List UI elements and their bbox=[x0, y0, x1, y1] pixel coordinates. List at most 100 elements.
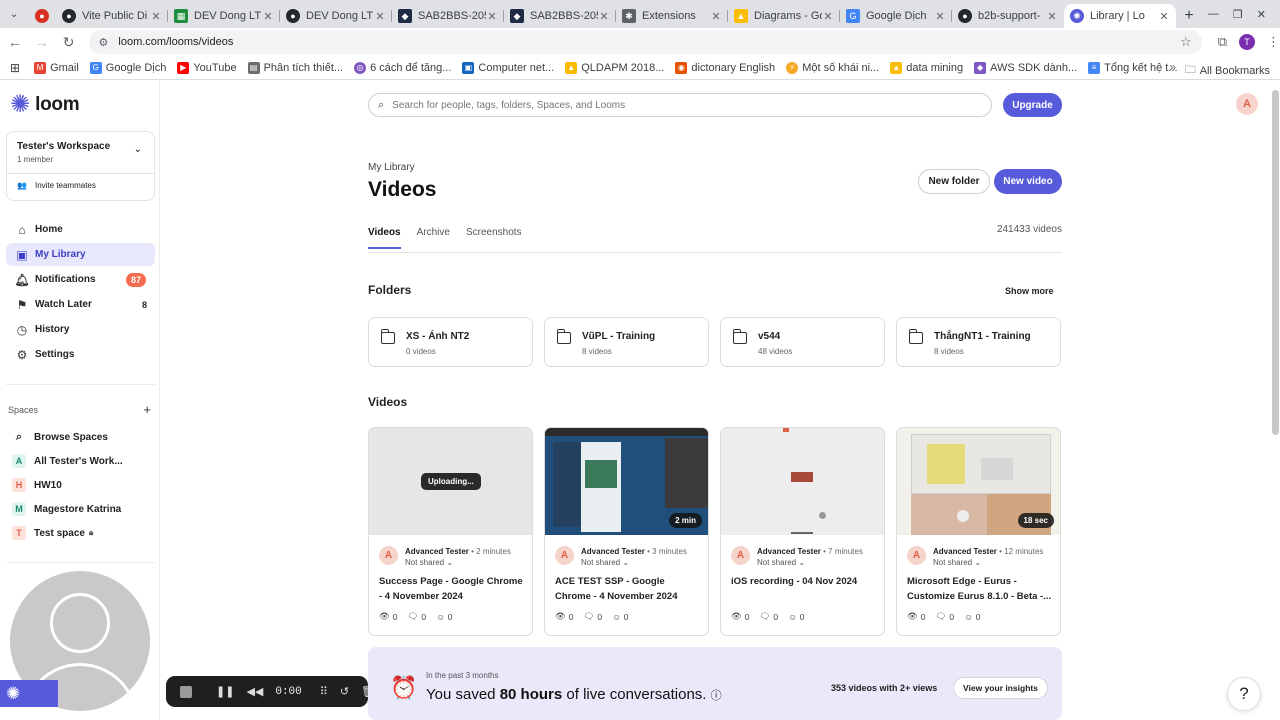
close-icon[interactable]: ✕ bbox=[262, 10, 274, 23]
bookmark-item[interactable]: ▤ Phân tích thiết... bbox=[247, 61, 343, 74]
back-icon[interactable]: ← bbox=[3, 30, 27, 54]
sidebar-item-home[interactable]: ⌂ Home bbox=[6, 218, 155, 241]
close-icon[interactable]: ✕ bbox=[1046, 10, 1058, 23]
show-more-button[interactable]: Show more bbox=[1005, 286, 1054, 296]
browser-tab[interactable]: ◆ SAB2BBS-205 ✕ bbox=[504, 4, 616, 28]
bookmark-item[interactable]: ≡ Tổng kết hệ t... bbox=[1088, 61, 1178, 74]
tab-search-icon[interactable]: ⌄ bbox=[0, 0, 28, 28]
browser-tab[interactable]: ▦ DEV Dong LT ✕ bbox=[168, 4, 280, 28]
loom-record-icon[interactable]: ✺ bbox=[0, 680, 58, 707]
tab-screenshots[interactable]: Screenshots bbox=[466, 227, 522, 249]
new-folder-button[interactable]: New folder bbox=[918, 169, 990, 194]
browser-tab[interactable]: ✱ Extensions ✕ bbox=[616, 4, 728, 28]
sharing-status[interactable]: Not shared ⌄ bbox=[933, 558, 981, 567]
folder-card[interactable]: ThắngNT1 - Training 8 videos bbox=[896, 317, 1061, 367]
bookmarks-overflow-icon[interactable]: » bbox=[1169, 60, 1176, 74]
video-thumbnail[interactable]: 2 min bbox=[545, 428, 708, 535]
apps-icon[interactable]: ⊞ bbox=[10, 61, 20, 75]
folder-card[interactable]: XS - Ánh NT2 0 videos bbox=[368, 317, 533, 367]
reload-icon[interactable]: ↻ bbox=[57, 30, 81, 54]
bookmark-item[interactable]: G Google Dịch bbox=[89, 61, 166, 74]
video-title[interactable]: Microsoft Edge - Eurus - Customize Eurus… bbox=[907, 574, 1055, 604]
bookmark-item[interactable]: ◎ 6 cách để tăng... bbox=[354, 61, 451, 74]
sharing-status[interactable]: Not shared ⌄ bbox=[581, 558, 629, 567]
extensions-icon[interactable]: ⧉ bbox=[1218, 34, 1227, 50]
video-thumbnail[interactable] bbox=[721, 428, 884, 535]
browser-tab[interactable]: ▲ Diagrams - Go ✕ bbox=[728, 4, 840, 28]
video-card[interactable]: 18 sec A Advanced Tester • 12 minutes No… bbox=[896, 427, 1061, 636]
view-insights-button[interactable]: View your insights bbox=[953, 677, 1048, 699]
drag-handle-icon[interactable]: ⠿ bbox=[320, 685, 328, 698]
address-bar[interactable]: ⚙ loom.com/looms/videos ☆ bbox=[88, 30, 1202, 54]
maximize-icon[interactable]: ❐ bbox=[1233, 8, 1243, 21]
bookmark-item[interactable]: ◆ AWS SDK dành... bbox=[974, 61, 1077, 74]
folder-card[interactable]: VũPL - Training 8 videos bbox=[544, 317, 709, 367]
new-tab-button[interactable]: + bbox=[1176, 4, 1202, 28]
browser-tab[interactable]: G Google Dịch ✕ bbox=[840, 4, 952, 28]
video-title[interactable]: ACE TEST SSP - Google Chrome - 4 Novembe… bbox=[555, 574, 703, 604]
search-input[interactable]: ⌕ Search for people, tags, folders, Spac… bbox=[368, 93, 992, 117]
chevron-down-icon[interactable]: ⌄ bbox=[134, 144, 142, 155]
close-icon[interactable]: ✕ bbox=[710, 10, 722, 23]
sidebar-item-notifications[interactable]: 🔔︎ Notifications 87 bbox=[6, 268, 155, 291]
bookmark-item[interactable]: ▶ YouTube bbox=[177, 61, 237, 74]
video-title[interactable]: iOS recording - 04 Nov 2024 bbox=[731, 574, 879, 589]
close-icon[interactable]: ✕ bbox=[822, 10, 834, 23]
video-thumbnail[interactable]: 18 sec bbox=[897, 428, 1060, 535]
sidebar-item-my-library[interactable]: ▣ My Library bbox=[6, 243, 155, 266]
all-bookmarks-button[interactable]: 🗀 All Bookmarks bbox=[1185, 61, 1270, 80]
upgrade-button[interactable]: Upgrade bbox=[1003, 93, 1062, 117]
bookmark-star-icon[interactable]: ☆ bbox=[1180, 34, 1192, 50]
folder-card[interactable]: v544 48 videos bbox=[720, 317, 885, 367]
video-thumbnail[interactable]: Uploading... bbox=[369, 428, 532, 535]
restart-icon[interactable]: ↺ bbox=[340, 685, 349, 698]
user-avatar[interactable]: A bbox=[1236, 93, 1258, 115]
browser-tab[interactable]: ● DEV Dong LT ✕ bbox=[280, 4, 392, 28]
page-scrollbar[interactable] bbox=[1272, 90, 1279, 435]
sidebar-item-watch-later[interactable]: ⚑ Watch Later 8 bbox=[6, 293, 155, 316]
close-icon[interactable]: ✕ bbox=[1158, 10, 1170, 23]
browser-tab[interactable]: ● b2b-support- ✕ bbox=[952, 4, 1064, 28]
help-button[interactable]: ? bbox=[1227, 677, 1261, 711]
add-space-icon[interactable]: + bbox=[143, 403, 151, 416]
new-video-button[interactable]: New video bbox=[994, 169, 1062, 194]
bookmark-item[interactable]: ◉ dictonary English bbox=[675, 61, 775, 74]
minimize-icon[interactable]: — bbox=[1208, 8, 1219, 20]
invite-teammates-button[interactable]: 👥 Invite teammates bbox=[17, 181, 96, 190]
space-item[interactable]: M Magestore Katrina bbox=[12, 502, 121, 516]
profile-avatar[interactable]: T bbox=[1238, 34, 1255, 50]
close-window-icon[interactable]: ✕ bbox=[1257, 8, 1266, 21]
close-icon[interactable]: ✕ bbox=[934, 10, 946, 23]
space-item[interactable]: H HW10 bbox=[12, 478, 62, 492]
video-card[interactable]: 2 min A Advanced Tester • 3 minutes Not … bbox=[544, 427, 709, 636]
site-info-icon[interactable]: ⚙ bbox=[99, 36, 109, 49]
tab-archive[interactable]: Archive bbox=[417, 227, 450, 249]
sharing-status[interactable]: Not shared ⌄ bbox=[405, 558, 453, 567]
browser-tab[interactable]: ● Vite Public Di ✕ bbox=[56, 4, 168, 28]
close-icon[interactable]: ✕ bbox=[374, 10, 386, 23]
workspace-switcher[interactable]: Tester's Workspace 1 member ⌄ 👥 Invite te… bbox=[6, 131, 155, 201]
video-card[interactable]: Uploading... A Advanced Tester • 2 minut… bbox=[368, 427, 533, 636]
rewind-icon[interactable]: ◀◀ bbox=[246, 685, 263, 698]
bookmark-item[interactable]: ⚡ Một số khái ni... bbox=[786, 61, 879, 74]
space-item[interactable]: A All Tester's Work... bbox=[12, 454, 123, 468]
sidebar-item-history[interactable]: ◷ History bbox=[6, 318, 155, 341]
menu-kebab-icon[interactable]: ⋮ bbox=[1267, 34, 1280, 50]
close-icon[interactable]: ✕ bbox=[486, 10, 498, 23]
close-icon[interactable]: ✕ bbox=[598, 10, 610, 23]
browser-tab[interactable]: ● bbox=[28, 4, 56, 28]
sharing-status[interactable]: Not shared ⌄ bbox=[757, 558, 805, 567]
browser-tab-active[interactable]: ✺ Library | Lo ✕ bbox=[1064, 4, 1176, 28]
info-icon[interactable]: ⓘ bbox=[711, 690, 722, 702]
bookmark-item[interactable]: M Gmail bbox=[34, 61, 79, 74]
sidebar-item-settings[interactable]: ⚙ Settings bbox=[6, 343, 155, 366]
bookmark-item[interactable]: ▣ Computer net... bbox=[462, 61, 554, 74]
stop-button[interactable] bbox=[180, 685, 204, 698]
browse-spaces-button[interactable]: ⌕ Browse Spaces bbox=[12, 430, 108, 444]
tab-videos[interactable]: Videos bbox=[368, 227, 401, 249]
close-icon[interactable]: ✕ bbox=[150, 10, 162, 23]
bookmark-item[interactable]: ▲ QLDAPM 2018... bbox=[565, 61, 664, 74]
bookmark-item[interactable]: ▲ data mining bbox=[890, 61, 963, 74]
pause-icon[interactable]: ❚❚ bbox=[216, 685, 234, 698]
browser-tab[interactable]: ◆ SAB2BBS-205 ✕ bbox=[392, 4, 504, 28]
